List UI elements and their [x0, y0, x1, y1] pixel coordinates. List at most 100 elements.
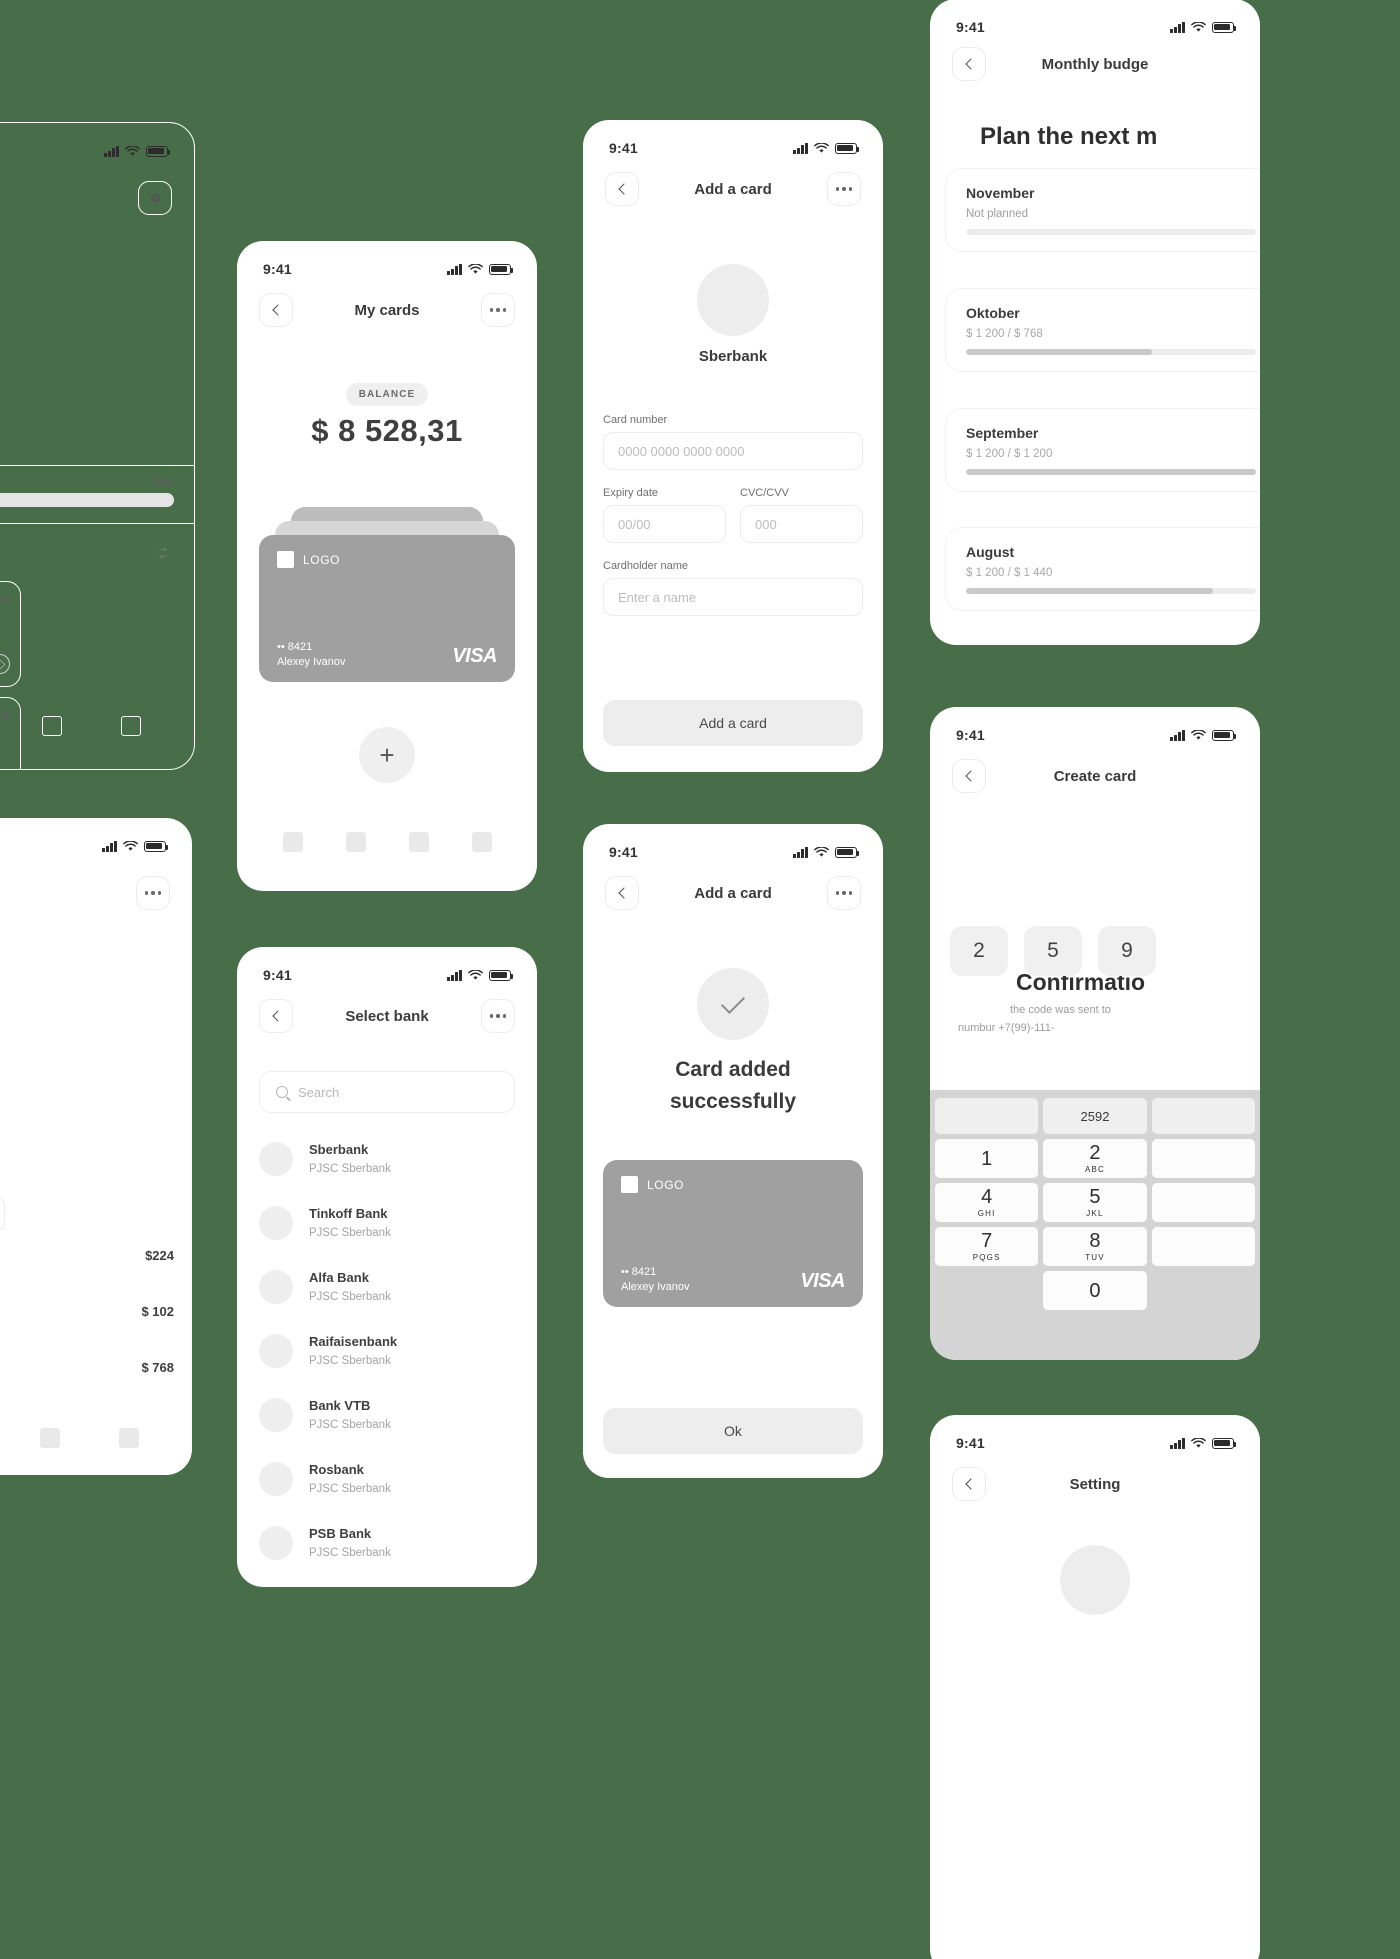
back-button[interactable] — [952, 1467, 986, 1501]
budget-month-name: August — [966, 544, 1015, 560]
back-button[interactable] — [259, 999, 293, 1033]
card-number-input[interactable]: 0000 0000 0000 0000 — [603, 432, 863, 470]
bank-list-item[interactable]: Bank VTB PJSC Sberbank — [259, 1383, 515, 1447]
budget-month-card[interactable]: Oktober $ 1 200 / $ 768 — [946, 289, 1260, 371]
budget-month-amounts: $ 1 200 / $ 1 200 — [966, 448, 1053, 460]
phone-setting: 9:41 Setting — [930, 1415, 1260, 1959]
tab-bar-dashboard[interactable] — [0, 693, 194, 759]
status-time: 9:41 — [263, 967, 292, 983]
keypad-suggestion[interactable]: 2592 — [1043, 1098, 1147, 1134]
keypad-suggestion-empty2[interactable] — [1151, 1098, 1255, 1134]
back-button[interactable] — [952, 47, 986, 81]
status-time: 9:41 — [956, 1435, 985, 1451]
keypad-key-7[interactable]: 7 PQGS — [935, 1227, 1039, 1266]
settings-button[interactable] — [138, 181, 172, 215]
card-number-placeholder: 0000 0000 0000 0000 — [618, 443, 745, 459]
tab-profile-icon[interactable] — [118, 1428, 139, 1448]
expiry-input[interactable]: 00/00 — [603, 505, 726, 543]
keypad-key-letters: GHI — [977, 1209, 996, 1218]
bank-list-item[interactable]: PSB Bank PJSC Sberbank — [259, 1511, 515, 1575]
submit-add-card-button[interactable]: Add a card — [603, 700, 863, 746]
bank-list-item[interactable]: Rosbank PJSC Sberbank — [259, 1447, 515, 1511]
back-button[interactable] — [952, 759, 986, 793]
more-button[interactable] — [827, 876, 861, 910]
tab-cards-icon[interactable] — [41, 716, 62, 736]
battery-icon — [144, 840, 169, 852]
keypad-key-2[interactable]: 2 ABC — [1043, 1139, 1147, 1178]
chevron-left-icon — [271, 1010, 284, 1022]
budget-month-card[interactable]: September $ 1 200 / $ 1 200 — [946, 409, 1260, 491]
chevron-left-icon — [964, 1478, 977, 1490]
tab-profile-icon[interactable] — [120, 716, 141, 736]
page-title: Setting — [1069, 1475, 1121, 1493]
tab-stats-icon[interactable] — [345, 832, 366, 852]
bank-legal-name: PJSC Sberbank — [309, 1162, 391, 1175]
search-icon — [276, 1086, 288, 1098]
keypad-key-3[interactable] — [1151, 1139, 1255, 1178]
tab-bar-statistics[interactable] — [0, 1405, 192, 1471]
cvc-input[interactable]: 000 — [740, 505, 863, 543]
bank-list-item[interactable]: Raifaisenbank PJSC Sberbank — [259, 1319, 515, 1383]
cardholder-input[interactable]: Enter a name — [603, 578, 863, 616]
code-hint-line2: numbur +7(99)-111- — [958, 1021, 1055, 1034]
transaction-row[interactable]: rt ons $ 102 — [0, 1304, 174, 1354]
ok-button[interactable]: Ok — [603, 1408, 863, 1454]
budget-month-card[interactable]: August $ 1 200 / $ 1 440 — [946, 528, 1260, 610]
keypad-key-9[interactable] — [1151, 1227, 1255, 1266]
swap-icon[interactable] — [155, 545, 171, 561]
category-arrow[interactable] — [0, 654, 10, 674]
tab-profile-icon[interactable] — [471, 832, 492, 852]
keypad-key-0[interactable]: 0 — [1043, 1271, 1147, 1310]
code-digit-box[interactable]: 5 — [1024, 926, 1082, 976]
phone-monthly-budget: 9:41 Monthly budge Plan the next m Novem… — [930, 0, 1260, 645]
back-button[interactable] — [605, 876, 639, 910]
budget-progress-bar — [966, 469, 1256, 475]
category-card[interactable]: 37% Stores $ 153,46 — [0, 581, 21, 687]
budget-month-card[interactable]: November Not planned — [946, 169, 1260, 251]
keypad-key-1[interactable]: 1 — [935, 1139, 1039, 1178]
tab-cards-icon[interactable] — [408, 832, 429, 852]
code-digit-box[interactable]: 9 — [1098, 926, 1156, 976]
tab-bar-my-cards[interactable] — [237, 809, 537, 875]
segment-deposits[interactable]: Deposits — [0, 1196, 5, 1232]
budget-month-amounts: $ 1 200 / $ 768 — [966, 328, 1043, 340]
keypad-suggestion-empty[interactable] — [935, 1098, 1039, 1134]
bank-list-item[interactable]: Sberbank PJSC Sberbank — [259, 1127, 515, 1191]
card-holder: Alexey Ivanov — [621, 1281, 690, 1293]
bank-name: Rosbank — [309, 1461, 364, 1477]
back-button[interactable] — [605, 172, 639, 206]
status-icons — [447, 969, 514, 981]
bank-name: PSB Bank — [309, 1525, 372, 1541]
code-digit-box[interactable]: 2 — [950, 926, 1008, 976]
keypad-key-4[interactable]: 4 GHI — [935, 1183, 1039, 1222]
battery-icon — [146, 145, 171, 157]
keypad-key-6[interactable] — [1151, 1183, 1255, 1222]
card-stack[interactable]: LOGO •• 8421 Alexey Ivanov VISA — [259, 507, 515, 707]
keypad-blank-left — [935, 1271, 1038, 1310]
more-button[interactable] — [481, 999, 515, 1033]
budget-spent: $ 1 200 — [966, 328, 1005, 340]
bank-list-item[interactable]: Alfa Bank PJSC Sberbank — [259, 1255, 515, 1319]
card-front[interactable]: LOGO •• 8421 Alexey Ivanov VISA — [259, 535, 515, 682]
keypad-key-8[interactable]: 8 TUV — [1043, 1227, 1147, 1266]
expiry-placeholder: 00/00 — [618, 516, 651, 532]
bank-name: Raifaisenbank — [309, 1333, 398, 1349]
transaction-row[interactable]: nts and cafes ons $224 — [0, 1248, 174, 1298]
battery-icon — [835, 142, 860, 154]
tab-home-icon[interactable] — [282, 832, 303, 852]
tab-cards-icon[interactable] — [40, 1428, 61, 1448]
transaction-row[interactable]: rkets tions $ 768 — [0, 1360, 174, 1410]
added-card: LOGO •• 8421 Alexey Ivanov VISA — [603, 1160, 863, 1307]
statistics-more-button[interactable] — [136, 876, 170, 910]
keypad-key-5[interactable]: 5 JKL — [1043, 1183, 1147, 1222]
keypad[interactable]: 2592 1 2 ABC 4 GHI 5 JKL 7 PQGS 8 TUV 0 — [930, 1090, 1260, 1360]
phone-dashboard: 9:41 TOTAL BALANCE 100 000 th 0% — [0, 122, 195, 770]
add-card-button[interactable]: + — [359, 727, 415, 783]
card-logo: LOGO — [277, 551, 497, 568]
more-icon — [835, 187, 853, 191]
more-button[interactable] — [827, 172, 861, 206]
bank-list-item[interactable]: Tinkoff Bank PJSC Sberbank — [259, 1191, 515, 1255]
more-button[interactable] — [481, 293, 515, 327]
search-input[interactable]: Search — [259, 1071, 515, 1113]
back-button[interactable] — [259, 293, 293, 327]
